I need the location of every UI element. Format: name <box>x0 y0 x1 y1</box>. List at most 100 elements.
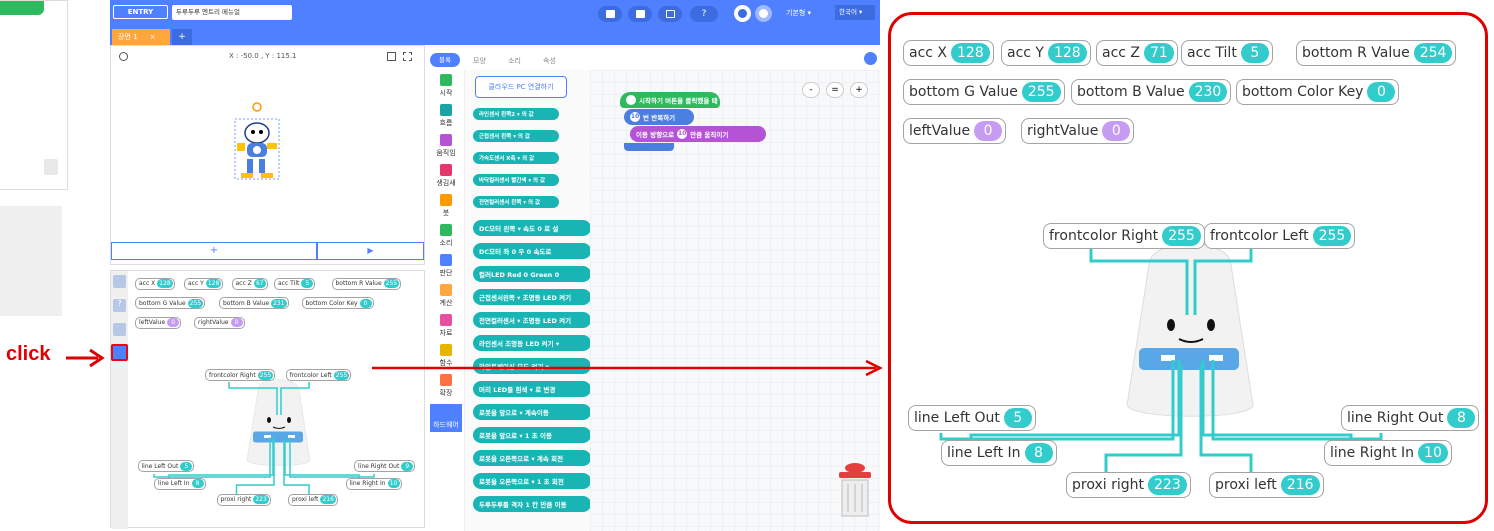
tab-property[interactable]: 속성 <box>543 56 556 66</box>
robot-character[interactable] <box>229 101 285 191</box>
project-title-input[interactable]: 두루두루 엔트리 메뉴얼 <box>172 5 292 20</box>
hardware-block[interactable]: 로봇을 오른쪽으로 ▾ 계속 회전 <box>473 450 591 466</box>
sensor-value: 255 <box>1312 226 1352 246</box>
sensor-block[interactable]: 바닥컬러센서 빨간색 ▾ 의 값 <box>473 174 559 186</box>
category-1[interactable]: 흐름 <box>430 104 462 128</box>
add-scene-button[interactable]: + <box>172 29 192 45</box>
when-start-clicked-block[interactable]: 시작하기 버튼을 클릭했을 때 <box>620 92 720 108</box>
sensor-label: line Right In 10 <box>1324 440 1452 466</box>
sensor-value: 5 <box>180 461 193 471</box>
hardware-block[interactable]: 로봇을 앞으로 ▾ 계속이동 <box>473 404 591 420</box>
zoom-reset-button[interactable]: = <box>826 82 844 98</box>
zoom-out-button[interactable]: - <box>802 82 820 98</box>
hardware-block[interactable]: 로봇을 오른쪽으로 ▾ 1 초 회전 <box>473 473 591 489</box>
sensor-value: 223 <box>1148 475 1187 495</box>
category-label: 붓 <box>442 209 450 217</box>
fullscreen-icon[interactable] <box>403 52 412 61</box>
menu-edit-button[interactable] <box>658 6 682 22</box>
help-button[interactable]: ? <box>690 6 718 22</box>
sensor-value: 8 <box>191 479 204 488</box>
close-icon[interactable]: × <box>150 33 156 41</box>
category-icon <box>440 104 452 116</box>
move-direction-block[interactable]: 이동 방향으로 10 만큼 움직이기 <box>630 126 766 142</box>
sensor-label: frontcolor Right 255 <box>1043 223 1205 249</box>
sensor-value: 0 <box>974 121 1003 141</box>
header-bar: ENTRY 두루두루 엔트리 메뉴얼 ? 기본형 ▾ 한국어 ▾ <box>110 0 880 28</box>
undo-button[interactable] <box>734 5 751 22</box>
sensor-name: proxi right <box>1072 477 1144 493</box>
entry-logo[interactable]: ENTRY <box>113 5 168 19</box>
sensor-value: 5 <box>1003 408 1032 428</box>
repeat-block[interactable]: 10 번 반복하기 <box>624 109 694 125</box>
category-7[interactable]: 계산 <box>430 284 462 308</box>
category-icon <box>440 284 452 296</box>
hardware-block[interactable]: 라인센서 조명등 LED 켜기 ▾ <box>473 335 591 351</box>
tab-sound[interactable]: 소리 <box>508 56 521 66</box>
stage-play-button[interactable]: ▶ <box>317 242 424 260</box>
hardware-block[interactable]: DC모터 왼쪽 ▾ 속도 0 로 설 <box>473 220 591 236</box>
category-11[interactable]: 하드웨어 <box>430 404 462 432</box>
category-3[interactable]: 생김새 <box>430 164 462 188</box>
category-0[interactable]: 시작 <box>430 74 462 98</box>
sensor-label: acc Z 71 <box>1096 40 1178 66</box>
sensor-label: acc Tilt 5 <box>1181 40 1273 66</box>
click-arrow <box>66 348 105 368</box>
left-fragment-gray <box>0 206 62 316</box>
sensor-value: 128 <box>157 279 173 288</box>
sensor-value: 8 <box>1024 443 1053 463</box>
chat-icon[interactable] <box>864 52 877 65</box>
category-label: 판단 <box>439 269 453 277</box>
zoom-in-button[interactable]: + <box>850 82 868 98</box>
sensor-value: 255 <box>187 298 204 308</box>
category-6[interactable]: 판단 <box>430 254 462 278</box>
trash-icon[interactable] <box>44 159 58 175</box>
sensor-label: bottom B Value 231 <box>219 297 289 309</box>
sensor-value: 8 <box>1447 408 1476 428</box>
grid-icon[interactable] <box>387 52 396 61</box>
sensor-label: line Right In 10 <box>345 477 402 490</box>
sensor-label: frontcolor Left 255 <box>285 369 352 381</box>
language-selector[interactable]: 한국어 ▾ <box>835 5 875 20</box>
category-icon <box>440 344 452 356</box>
scene-tab-bar: 장면 1 × + <box>110 28 880 45</box>
hardware-block[interactable]: 두루두루를 격자 1 칸 만큼 이동 <box>473 496 591 512</box>
category-label: 생김새 <box>436 179 456 187</box>
sensor-block[interactable]: 근접센서 왼쪽 ▾ 의 값 <box>473 130 559 142</box>
hardware-block[interactable]: 근접센서왼쪽 ▾ 조명등 LED 켜기 <box>473 289 591 305</box>
cloud-pc-connect-button[interactable]: 클라우드 PC 연결하기 <box>475 76 567 98</box>
script-area: 시작하기 버튼을 클릭했을 때 10 번 반복하기 이동 방향으로 10 만큼 움직이… <box>590 70 880 531</box>
sensor-block[interactable]: 라인센서 왼쪽2 ▾ 의 값 <box>473 108 559 120</box>
category-2[interactable]: 움직임 <box>430 134 462 158</box>
hardware-block[interactable]: 로봇을 앞으로 ▾ 1 초 이동 <box>473 427 591 443</box>
trash-can-icon[interactable] <box>835 460 875 520</box>
sensor-value: 10 <box>1418 443 1448 463</box>
category-8[interactable]: 자료 <box>430 314 462 338</box>
sensor-name: bottom Color Key <box>305 299 358 307</box>
menu-new-button[interactable] <box>598 6 622 22</box>
sensor-label: acc X 128 <box>903 40 994 66</box>
scene-tab[interactable]: 장면 1 × <box>112 29 170 45</box>
stage-add-button[interactable]: + <box>111 242 317 260</box>
file-icon <box>605 10 615 18</box>
hardware-block[interactable]: 컬러LED Red 0 Green 0 <box>473 266 591 282</box>
zoom-callout-arrow <box>372 360 883 377</box>
category-5[interactable]: 소리 <box>430 224 462 248</box>
sensor-label: acc Z 67 <box>231 277 268 290</box>
sensor-block[interactable]: 전면컬러센서 왼쪽 ▾ 의 값 <box>473 196 559 208</box>
mode-selector[interactable]: 기본형 ▾ <box>786 8 811 18</box>
tab-shape[interactable]: 모양 <box>473 56 486 66</box>
hardware-block[interactable]: 머리 LED를 흰색 ▾ 로 변경 <box>473 381 591 397</box>
menu-save-button[interactable] <box>628 6 652 22</box>
sensor-name: line Left In <box>947 445 1021 461</box>
category-icon <box>440 254 452 266</box>
sensor-name: bottom B Value <box>223 299 270 307</box>
sensor-label: rightValue 0 <box>1021 118 1135 144</box>
tab-block[interactable]: 블록 <box>430 53 460 67</box>
redo-button[interactable] <box>755 5 772 22</box>
hardware-block[interactable]: 전면컬러센서 ▾ 조명등 LED 켜기 <box>473 312 591 328</box>
sensor-block[interactable]: 가속도센서 X축 ▾ 의 값 <box>473 152 559 164</box>
sensor-name: line Left Out <box>141 462 179 470</box>
hardware-block[interactable]: DC모터 좌 0 우 0 속도로 <box>473 243 591 259</box>
speed-icon[interactable] <box>119 52 128 61</box>
category-4[interactable]: 붓 <box>430 194 462 218</box>
